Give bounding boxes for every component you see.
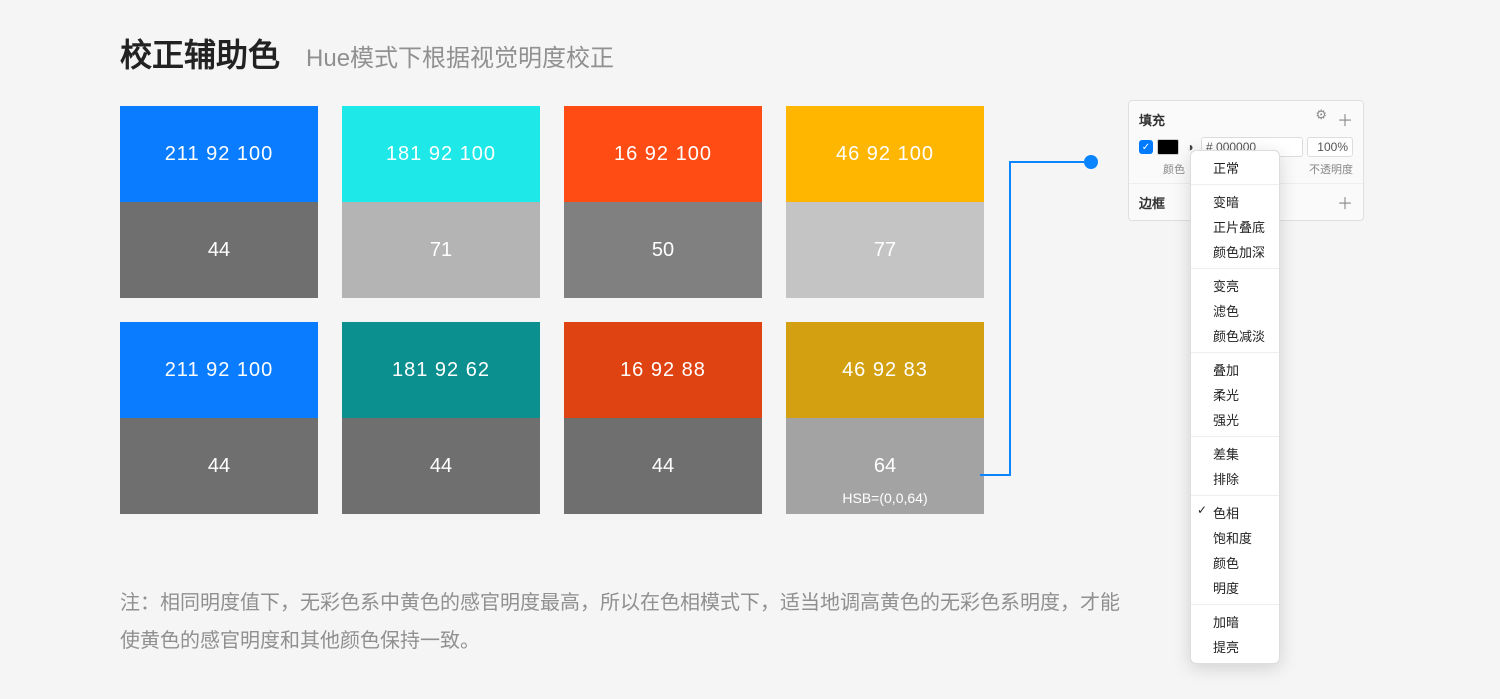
swatch-hsb-label: 46 92 83: [786, 322, 984, 418]
swatch-brightness-label: 77: [786, 202, 984, 298]
swatch-grid: 211 92 10044181 92 1007116 92 1005046 92…: [120, 106, 980, 514]
swatch-brightness-label: 50: [564, 202, 762, 298]
page-subtitle: Hue模式下根据视觉明度校正: [306, 38, 614, 73]
swatch-brightness-label: 44: [120, 418, 318, 514]
menu-separator: [1191, 604, 1279, 605]
blend-mode-item[interactable]: 颜色加深: [1191, 239, 1279, 264]
color-swatch: 16 92 8844: [564, 322, 762, 514]
footnote: 注：相同明度值下，无彩色系中黄色的感官明度最高，所以在色相模式下，适当地调高黄色…: [120, 584, 1130, 660]
blend-mode-item[interactable]: 叠加: [1191, 357, 1279, 382]
blend-mode-item[interactable]: 颜色: [1191, 550, 1279, 575]
fill-section-label: 填充: [1139, 110, 1165, 129]
color-swatch: 46 92 8364HSB=(0,0,64): [786, 322, 984, 514]
color-swatch: 16 92 10050: [564, 106, 762, 298]
color-swatch: 181 92 6244: [342, 322, 540, 514]
color-swatch: 211 92 10044: [120, 322, 318, 514]
swatch-hsb-label: 16 92 88: [564, 322, 762, 418]
blend-mode-menu: 正常变暗正片叠底颜色加深变亮滤色颜色减淡叠加柔光强光差集排除色相饱和度颜色明度加…: [1190, 150, 1280, 664]
color-swatch: 46 92 10077: [786, 106, 984, 298]
blend-mode-item[interactable]: 滤色: [1191, 298, 1279, 323]
blend-mode-item[interactable]: 色相: [1191, 500, 1279, 525]
border-section-label: 边框: [1139, 193, 1165, 212]
color-swatch: 211 92 10044: [120, 106, 318, 298]
blend-mode-item[interactable]: 排除: [1191, 466, 1279, 491]
sublabel-opacity: 不透明度: [1309, 161, 1353, 177]
blend-mode-item[interactable]: 饱和度: [1191, 525, 1279, 550]
gear-icon[interactable]: ⚙: [1315, 107, 1327, 131]
page-title: 校正辅助色: [120, 30, 280, 76]
swatch-hsb-label: 16 92 100: [564, 106, 762, 202]
footnote-prefix: 注：: [120, 592, 160, 614]
fill-color-swatch[interactable]: [1157, 139, 1179, 155]
opacity-field[interactable]: 100%: [1307, 137, 1353, 157]
sublabel-color: 颜色: [1163, 161, 1185, 177]
swatch-brightness-label: 44: [342, 418, 540, 514]
swatch-hsb-note: HSB=(0,0,64): [842, 490, 927, 506]
add-fill-button[interactable]: ＋: [1337, 107, 1353, 131]
fill-enabled-checkbox[interactable]: ✓: [1139, 140, 1153, 154]
swatch-hsb-label: 181 92 100: [342, 106, 540, 202]
swatch-brightness-label: 64HSB=(0,0,64): [786, 418, 984, 514]
blend-mode-item[interactable]: 正片叠底: [1191, 214, 1279, 239]
menu-separator: [1191, 268, 1279, 269]
blend-mode-item[interactable]: 正常: [1191, 155, 1279, 180]
swatch-brightness-label: 44: [120, 202, 318, 298]
add-border-button[interactable]: ＋: [1337, 190, 1353, 214]
menu-separator: [1191, 184, 1279, 185]
blend-mode-item[interactable]: 差集: [1191, 441, 1279, 466]
color-swatch: 181 92 10071: [342, 106, 540, 298]
swatch-hsb-label: 211 92 100: [120, 322, 318, 418]
swatch-hsb-label: 181 92 62: [342, 322, 540, 418]
swatch-hsb-label: 46 92 100: [786, 106, 984, 202]
blend-mode-item[interactable]: 柔光: [1191, 382, 1279, 407]
menu-separator: [1191, 495, 1279, 496]
connector-dot: [1084, 155, 1098, 169]
blend-mode-item[interactable]: 颜色减淡: [1191, 323, 1279, 348]
blend-mode-item[interactable]: 强光: [1191, 407, 1279, 432]
swatch-hsb-label: 211 92 100: [120, 106, 318, 202]
footnote-text: 相同明度值下，无彩色系中黄色的感官明度最高，所以在色相模式下，适当地调高黄色的无…: [120, 592, 1120, 652]
blend-mode-item[interactable]: 变暗: [1191, 189, 1279, 214]
blend-mode-item[interactable]: 明度: [1191, 575, 1279, 600]
swatch-brightness-label: 44: [564, 418, 762, 514]
blend-mode-item[interactable]: 加暗: [1191, 609, 1279, 634]
swatch-brightness-label: 71: [342, 202, 540, 298]
blend-mode-item[interactable]: 提亮: [1191, 634, 1279, 659]
blend-mode-item[interactable]: 变亮: [1191, 273, 1279, 298]
menu-separator: [1191, 436, 1279, 437]
menu-separator: [1191, 352, 1279, 353]
